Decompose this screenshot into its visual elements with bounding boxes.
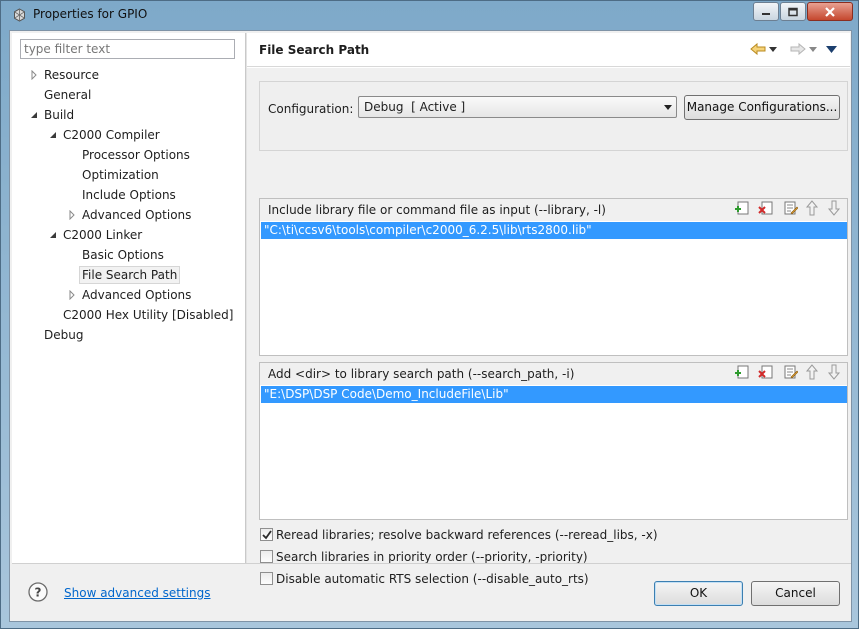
tree-label: Basic Options: [82, 248, 164, 262]
close-button[interactable]: [807, 2, 853, 21]
tree-item-debug[interactable]: Debug: [44, 326, 83, 344]
tree-label: Advanced Options: [82, 288, 192, 302]
tree-item-c2000-hex-utility[interactable]: C2000 Hex Utility [Disabled]: [63, 306, 233, 324]
help-icon[interactable]: ?: [28, 582, 48, 602]
tree-item-resource[interactable]: Resource: [44, 66, 99, 84]
tree-item-processor-options[interactable]: Processor Options: [82, 146, 190, 164]
tree-label: C2000 Compiler: [63, 128, 160, 142]
minimize-icon: [762, 12, 770, 15]
tree-label: Advanced Options: [82, 208, 192, 222]
forward-menu-chevron-icon[interactable]: [809, 47, 817, 52]
list-item[interactable]: "C:\ti\ccsv6\tools\compiler\c2000_6.2.5\…: [261, 222, 847, 239]
configuration-select[interactable]: Debug [ Active ]: [358, 96, 677, 118]
show-advanced-settings-link[interactable]: Show advanced settings: [64, 586, 211, 600]
tree-item-basic-options[interactable]: Basic Options: [82, 246, 164, 264]
tree-label: C2000 Hex Utility [Disabled]: [63, 308, 234, 322]
page-header: File Search Path: [247, 33, 850, 67]
reread-libraries-label: Reread libraries; resolve backward refer…: [276, 528, 658, 542]
add-item-icon[interactable]: [734, 364, 750, 380]
tree-label: Resource: [44, 68, 100, 82]
tree-label: Processor Options: [82, 148, 190, 162]
priority-order-checkbox[interactable]: [260, 550, 273, 563]
disable-auto-rts-label: Disable automatic RTS selection (--disab…: [276, 572, 589, 586]
filter-field[interactable]: [20, 39, 235, 59]
tree-label: General: [44, 88, 92, 102]
properties-icon: [14, 8, 25, 22]
tree-item-compiler-advanced-options[interactable]: Advanced Options: [82, 206, 191, 224]
back-arrow-icon[interactable]: [750, 42, 766, 56]
svg-text:?: ?: [35, 586, 42, 600]
tree-label: Optimization: [82, 168, 159, 182]
back-menu-chevron-icon[interactable]: [769, 47, 777, 52]
delete-item-icon[interactable]: [758, 200, 774, 216]
title-bar[interactable]: Properties for GPIO: [1, 1, 858, 29]
chevron-right-icon[interactable]: [29, 70, 39, 80]
properties-window: Properties for GPIO Resource General Bui…: [0, 0, 859, 629]
view-menu-icon[interactable]: [826, 46, 837, 53]
search-path-title: Add <dir> to library search path (--sear…: [268, 367, 575, 381]
filter-input[interactable]: [21, 40, 234, 58]
disable-auto-rts-checkbox[interactable]: [260, 572, 273, 585]
configuration-group: Configuration: Debug [ Active ] Manage C…: [259, 81, 848, 151]
chevron-expanded-icon[interactable]: [48, 230, 58, 240]
tree-label: File Search Path: [82, 268, 178, 282]
tree-item-c2000-linker[interactable]: C2000 Linker: [63, 226, 142, 244]
include-library-title: Include library file or command file as …: [268, 203, 606, 217]
footer-divider: [12, 563, 851, 564]
page-body: Configuration: Debug [ Active ] Manage C…: [247, 68, 850, 586]
tree-item-build[interactable]: Build: [44, 106, 74, 124]
manage-configurations-button[interactable]: Manage Configurations...: [684, 95, 840, 120]
close-icon: [825, 6, 835, 17]
tree-item-file-search-path[interactable]: File Search Path: [79, 266, 181, 284]
tree-item-general[interactable]: General: [44, 86, 91, 104]
chevron-right-icon[interactable]: [67, 290, 77, 300]
move-up-icon[interactable]: [804, 364, 820, 380]
page-title: File Search Path: [259, 43, 370, 57]
include-library-list: Include library file or command file as …: [259, 198, 848, 356]
add-item-icon[interactable]: [734, 200, 750, 216]
configuration-label: Configuration:: [268, 102, 354, 116]
maximize-icon: [788, 7, 798, 16]
move-down-icon[interactable]: [826, 364, 842, 380]
search-path-list: Add <dir> to library search path (--sear…: [259, 362, 848, 520]
ok-button[interactable]: OK: [654, 581, 743, 606]
include-library-header: Include library file or command file as …: [260, 199, 847, 221]
tree-label: Debug: [44, 328, 84, 342]
delete-item-icon[interactable]: [758, 364, 774, 380]
list-item[interactable]: "E:\DSP\DSP Code\Demo_IncludeFile\Lib": [261, 386, 847, 403]
tree-label: C2000 Linker: [63, 228, 143, 242]
tree-item-optimization[interactable]: Optimization: [82, 166, 159, 184]
configuration-value: Debug [ Active ]: [364, 100, 466, 114]
chevron-expanded-icon[interactable]: [29, 110, 39, 120]
page-panel: File Search Path Configuration: Debug [ …: [247, 33, 850, 586]
cancel-button[interactable]: Cancel: [751, 581, 840, 606]
forward-arrow-icon[interactable]: [790, 42, 806, 56]
priority-order-label: Search libraries in priority order (--pr…: [276, 550, 588, 564]
tree-item-c2000-compiler[interactable]: C2000 Compiler: [63, 126, 160, 144]
chevron-expanded-icon[interactable]: [48, 130, 58, 140]
dropdown-arrow-icon: [664, 105, 672, 110]
tree-label: Include Options: [82, 188, 176, 202]
navigation-panel: Resource General Build C2000 Compiler Pr…: [12, 33, 245, 563]
window-title: Properties for GPIO: [33, 7, 148, 21]
tree-item-include-options[interactable]: Include Options: [82, 186, 176, 204]
dialog-client: Resource General Build C2000 Compiler Pr…: [9, 30, 852, 622]
edit-item-icon[interactable]: [782, 200, 798, 216]
search-path-header: Add <dir> to library search path (--sear…: [260, 363, 847, 385]
move-down-icon[interactable]: [826, 200, 842, 216]
reread-libraries-checkbox[interactable]: [260, 528, 273, 541]
move-up-icon[interactable]: [804, 200, 820, 216]
edit-item-icon[interactable]: [782, 364, 798, 380]
minimize-button[interactable]: [753, 2, 779, 21]
tree-item-linker-advanced-options[interactable]: Advanced Options: [82, 286, 191, 304]
checkmark-icon: [262, 530, 272, 540]
tree-label: Build: [44, 108, 75, 122]
chevron-right-icon[interactable]: [67, 210, 77, 220]
maximize-button[interactable]: [780, 2, 806, 21]
